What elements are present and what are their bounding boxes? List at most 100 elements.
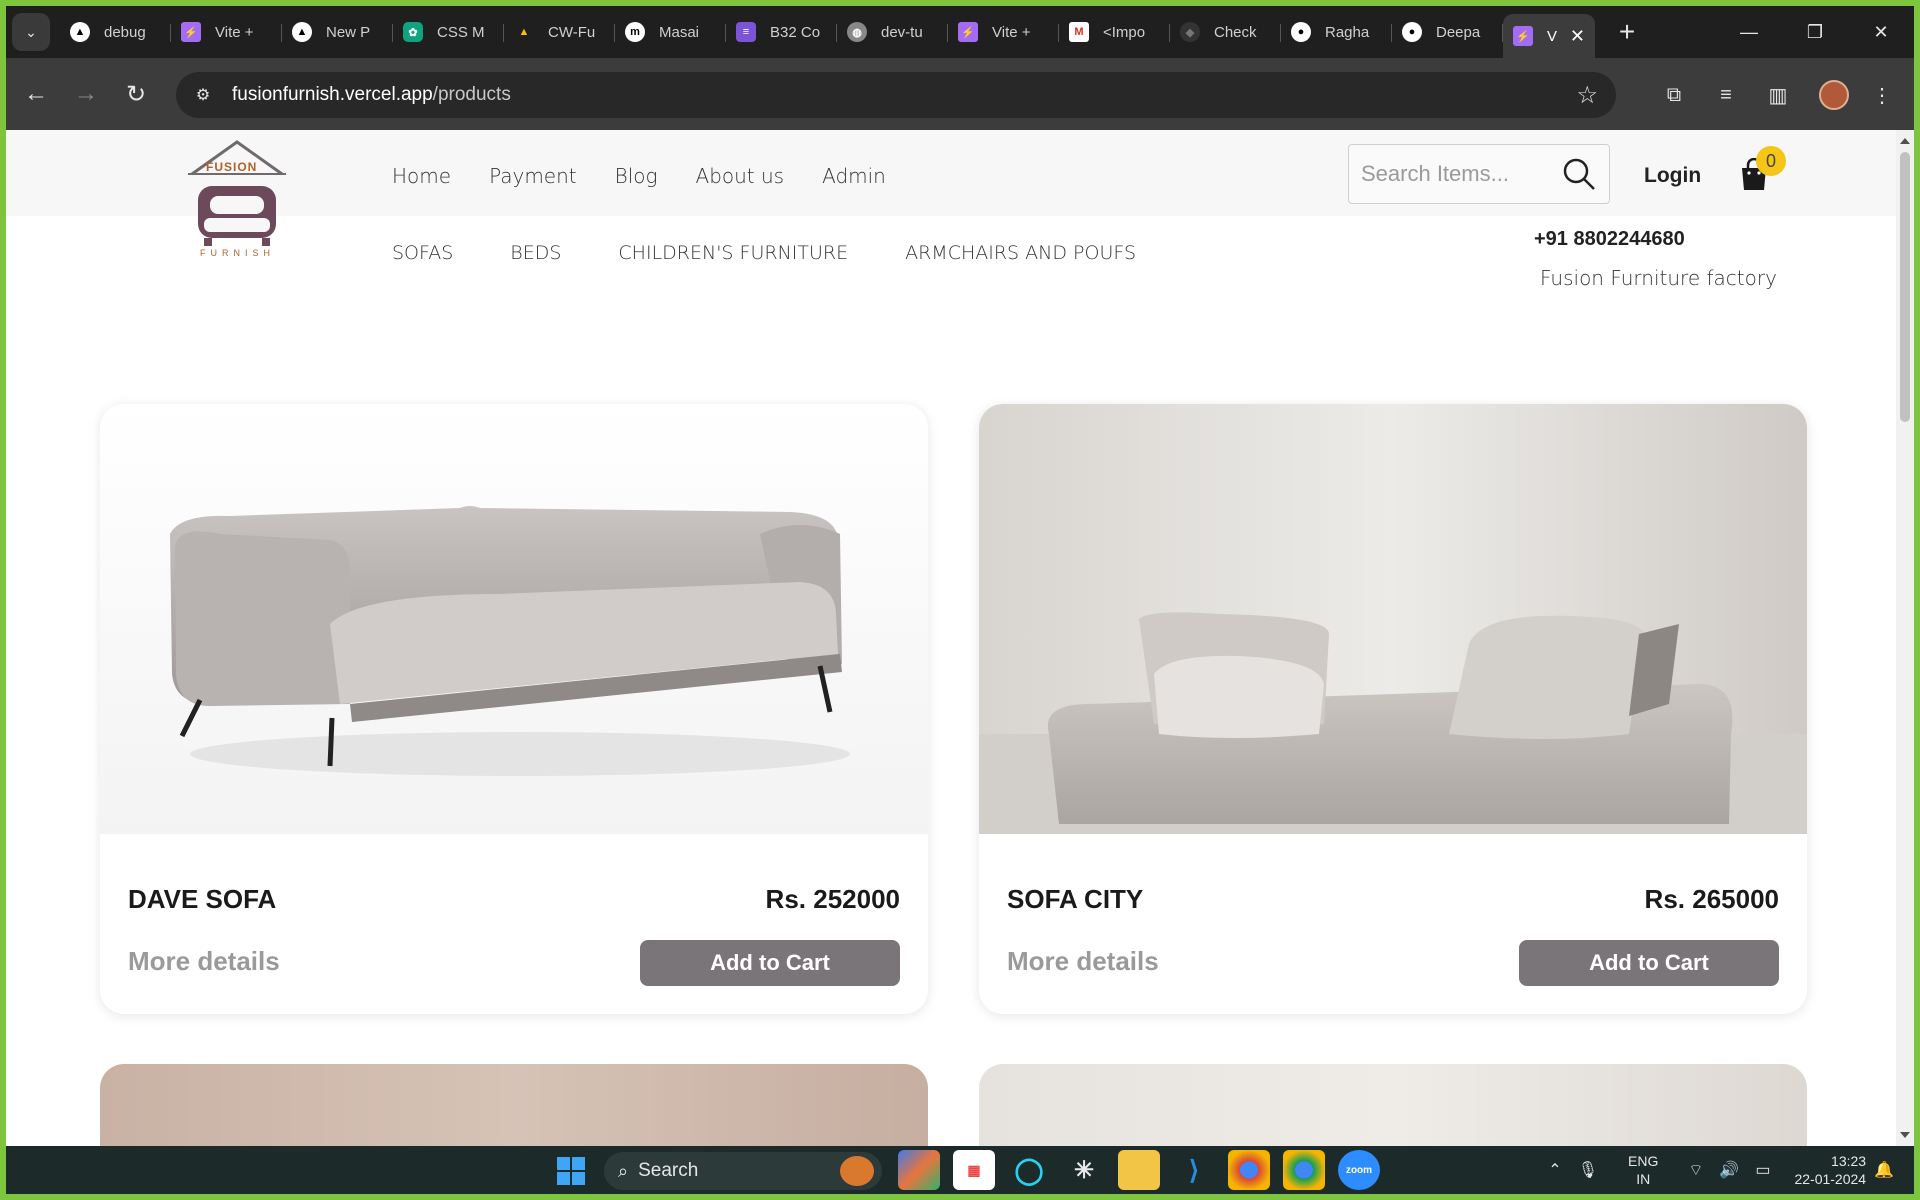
nav-home[interactable]: Home [392, 164, 451, 188]
product-price: Rs. 252000 [765, 884, 900, 914]
phone-number: +91 8802244680 [1534, 228, 1685, 250]
back-icon[interactable]: ← [16, 74, 56, 114]
side-panel-icon[interactable]: ▥ [1756, 73, 1800, 117]
language-indicator[interactable]: ENG IN [1628, 1152, 1658, 1188]
notification-bell-icon[interactable]: 🔔 [1874, 1160, 1894, 1180]
category-sofas[interactable]: SOFAS [392, 242, 453, 264]
nav-blog[interactable]: Blog [615, 164, 658, 188]
microphone-icon[interactable]: 🎙 [1578, 1160, 1598, 1180]
volume-icon[interactable]: 🔊 [1719, 1160, 1739, 1180]
tab-label: Check [1214, 23, 1257, 41]
media-icon[interactable]: ≡ [1704, 73, 1748, 117]
chatgpt-icon: ✿ [403, 22, 423, 42]
clock[interactable]: 13:23 22-01-2024 [1794, 1152, 1866, 1188]
dark-icon: ◆ [1180, 22, 1200, 42]
nextjs-icon: ▲ [70, 22, 90, 42]
tab-vite-2[interactable]: ⚡ Vite + [948, 12, 1059, 52]
tab-dev[interactable]: ◍ dev-tu [837, 12, 948, 52]
wifi-icon[interactable]: ⌔ [1688, 1160, 1703, 1180]
forward-icon[interactable]: → [66, 74, 106, 114]
more-details-link[interactable]: More details [128, 946, 280, 977]
nav-about-us[interactable]: About us [696, 164, 785, 188]
tab-gmail[interactable]: M <Impo [1059, 12, 1170, 52]
cortana-icon[interactable]: ◯ [1008, 1150, 1050, 1190]
avatar [1819, 80, 1849, 110]
close-window-icon[interactable]: ✕ [1848, 6, 1914, 58]
product-card-partial[interactable] [979, 1064, 1807, 1146]
clock-time: 13:23 [1831, 1153, 1867, 1169]
fusion-furnish-logo[interactable]: FUSION FURNISH [182, 138, 292, 258]
toolbar-icons: ⧉ ≡ ▥ ⋮ [1644, 72, 1904, 118]
chevron-up-icon[interactable]: ⌃ [1548, 1160, 1561, 1180]
scroll-up-icon[interactable] [1900, 138, 1910, 144]
tab-new-p[interactable]: ▲ New P [282, 12, 393, 52]
tab-cw[interactable]: ▲ CW-Fu [504, 12, 615, 52]
chrome-profile-icon[interactable] [1283, 1150, 1325, 1190]
tab-b32[interactable]: ≡ B32 Co [726, 12, 837, 52]
tab-label: B32 Co [770, 23, 821, 41]
nav-admin[interactable]: Admin [822, 164, 886, 188]
tab-label: debug [104, 23, 146, 41]
new-tab-button[interactable]: + [1609, 16, 1645, 48]
logo-text-top: FUSION [206, 160, 258, 174]
factory-name: Fusion Furniture factory [1540, 266, 1777, 290]
page-scrollbar[interactable] [1896, 130, 1914, 1146]
tab-ragha[interactable]: ● Ragha [1281, 12, 1392, 52]
site-info-icon[interactable]: ⚙ [186, 78, 220, 112]
main-nav: Home Payment Blog About us Admin [392, 164, 924, 188]
vite-icon: ⚡ [181, 22, 201, 42]
scroll-down-icon[interactable] [1900, 1132, 1910, 1138]
search-input[interactable] [1361, 161, 1561, 187]
tab-active[interactable]: ⚡ V ✕ [1503, 14, 1595, 58]
category-armchairs-poufs[interactable]: ARMCHAIRS AND POUFS [905, 242, 1136, 264]
more-details-link[interactable]: More details [1007, 946, 1159, 977]
slack-icon[interactable]: ✳ [1063, 1150, 1105, 1190]
menu-icon[interactable]: ⋮ [1860, 73, 1904, 117]
taskbar-search[interactable]: ⌕ Search [604, 1152, 882, 1190]
tab-label: CW-Fu [548, 23, 596, 41]
category-childrens-furniture[interactable]: CHILDREN'S FURNITURE [618, 242, 848, 264]
product-card-partial[interactable] [100, 1064, 928, 1146]
tab-check[interactable]: ◆ Check [1170, 12, 1281, 52]
url-text[interactable]: fusionfurnish.vercel.app/products [232, 84, 511, 106]
close-tab-icon[interactable]: ✕ [1570, 26, 1585, 47]
nextjs-icon: ▲ [292, 22, 312, 42]
windows-start-icon[interactable] [556, 1156, 586, 1186]
tab-masai[interactable]: m Masai [615, 12, 726, 52]
tab-search-button[interactable]: ⌄ [12, 13, 50, 51]
masai-icon: m [625, 22, 645, 42]
scrollbar-thumb[interactable] [1900, 152, 1910, 422]
search-highlight-icon [840, 1156, 874, 1186]
battery-icon[interactable]: ▭ [1755, 1160, 1770, 1180]
extensions-icon[interactable]: ⧉ [1652, 73, 1696, 117]
product-name: DAVE SOFA [128, 884, 277, 914]
add-to-cart-button[interactable]: Add to Cart [1519, 940, 1779, 986]
vscode-icon[interactable]: ⟩ [1173, 1150, 1215, 1190]
cart-count-badge: 0 [1756, 146, 1786, 176]
bookmark-star-icon[interactable]: ☆ [1576, 81, 1598, 110]
restore-icon[interactable]: ❐ [1782, 6, 1848, 58]
copilot-icon[interactable] [898, 1150, 940, 1190]
tab-css[interactable]: ✿ CSS M [393, 12, 504, 52]
login-button[interactable]: Login [1644, 164, 1701, 188]
file-explorer-icon[interactable] [1118, 1150, 1160, 1190]
product-image-sofa-city[interactable] [979, 404, 1807, 834]
product-image-dave-sofa[interactable] [100, 404, 928, 834]
add-to-cart-button[interactable]: Add to Cart [640, 940, 900, 986]
nav-payment[interactable]: Payment [489, 164, 577, 188]
tab-vite[interactable]: ⚡ Vite + [171, 12, 282, 52]
minimize-icon[interactable]: — [1716, 6, 1782, 58]
zoom-icon[interactable]: zoom [1338, 1150, 1380, 1190]
chrome-icon[interactable] [1228, 1150, 1270, 1190]
address-bar[interactable]: ⚙ fusionfurnish.vercel.app/products ☆ [176, 72, 1616, 118]
search-icon[interactable] [1561, 156, 1597, 192]
microsoft-store-icon[interactable]: ▦ [953, 1150, 995, 1190]
reload-icon[interactable]: ↻ [116, 74, 156, 114]
profile-avatar[interactable] [1808, 73, 1852, 117]
list-icon: ≡ [736, 22, 756, 42]
category-beds[interactable]: BEDS [510, 242, 561, 264]
tab-debug[interactable]: ▲ debug [60, 12, 171, 52]
github-icon: ● [1402, 22, 1422, 42]
tab-deepa[interactable]: ● Deepa [1392, 12, 1503, 52]
url-path: /products [432, 84, 511, 105]
